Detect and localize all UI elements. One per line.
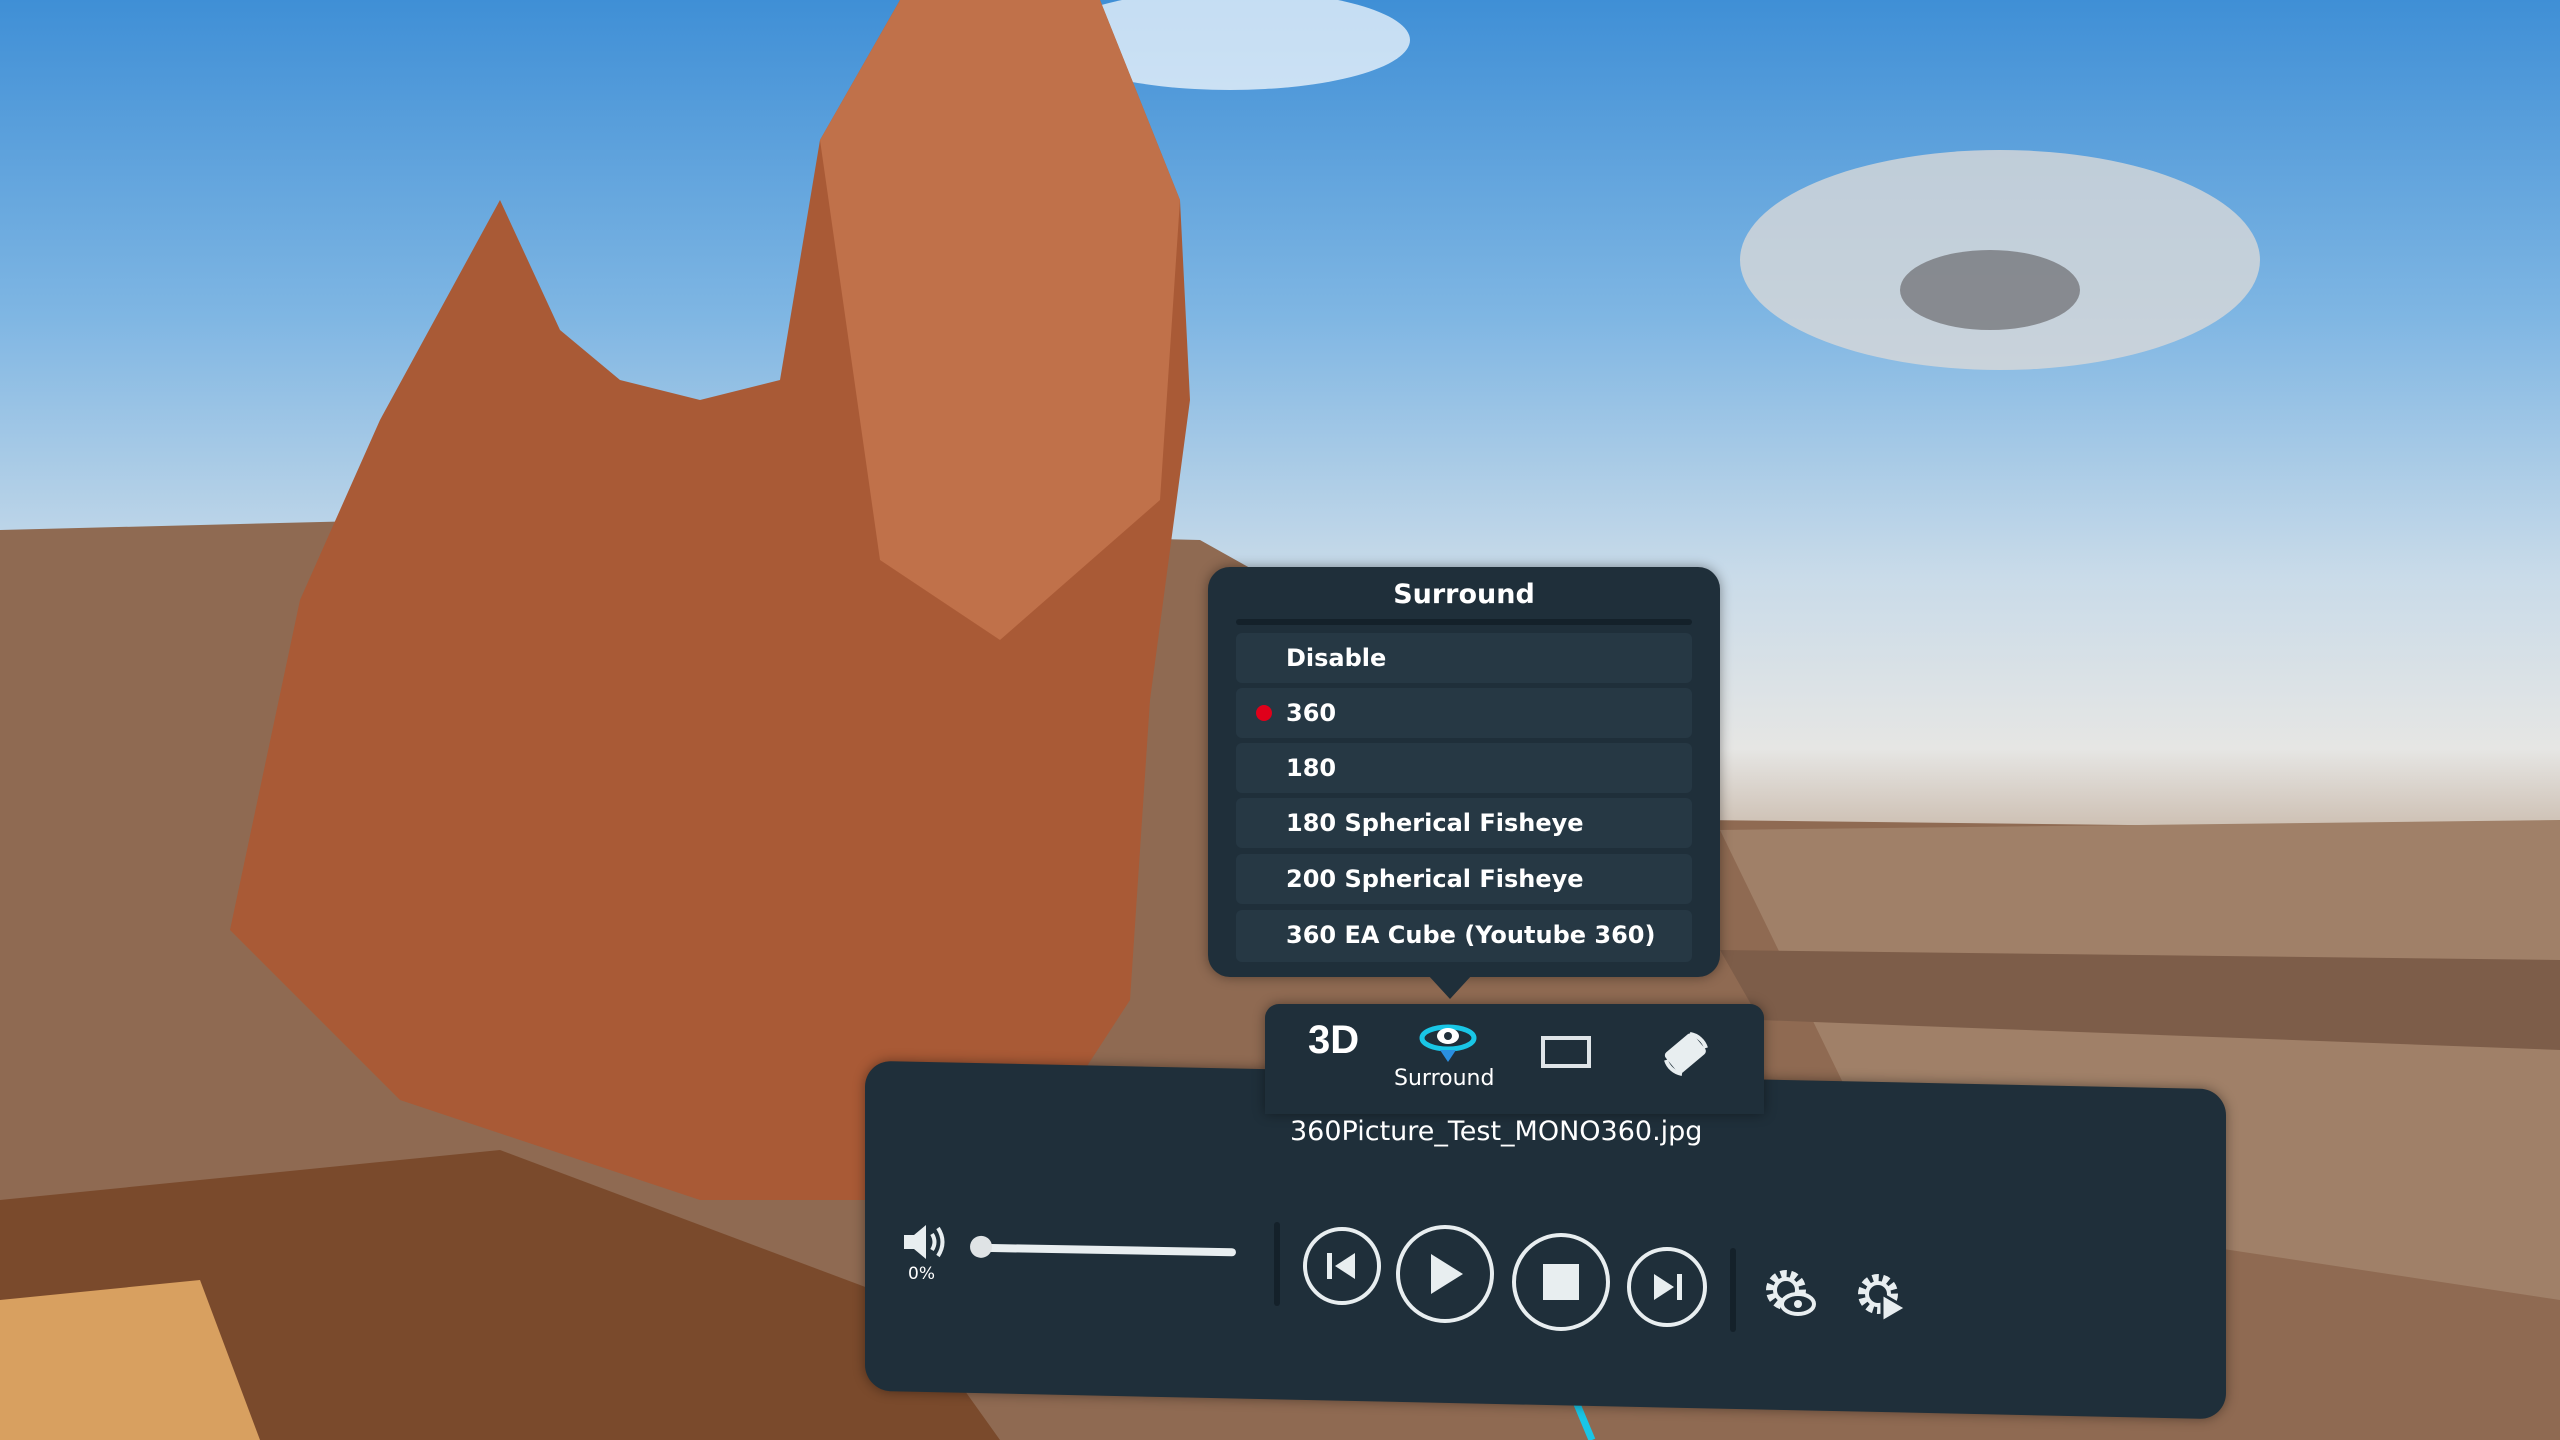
play-button[interactable] [1396, 1225, 1494, 1323]
option-label: 200 Spherical Fisheye [1286, 865, 1584, 893]
view-settings-button[interactable] [1762, 1266, 1818, 1326]
selected-indicator-icon [1256, 705, 1272, 721]
next-button[interactable] [1627, 1247, 1707, 1327]
volume-icon [904, 1225, 945, 1259]
surround-mode-button[interactable] [1418, 1016, 1478, 1066]
surround-menu: Surround Disable 360 180 180 Spherical F… [1208, 567, 1720, 977]
3d-mode-button[interactable]: 3D [1308, 1018, 1359, 1063]
surround-option-disable[interactable]: Disable [1236, 633, 1692, 683]
gear-play-icon [1858, 1274, 1909, 1325]
option-label: 360 EA Cube (Youtube 360) [1286, 921, 1656, 949]
option-label: 180 Spherical Fisheye [1286, 809, 1584, 837]
surround-option-200-fisheye[interactable]: 200 Spherical Fisheye [1236, 854, 1692, 904]
option-label: 360 [1286, 699, 1337, 727]
surround-option-360[interactable]: 360 [1236, 688, 1692, 738]
option-label: 180 [1286, 754, 1337, 782]
stop-icon [1543, 1264, 1579, 1300]
divider [1274, 1222, 1280, 1306]
previous-button[interactable] [1303, 1227, 1381, 1305]
skip-previous-icon [1327, 1253, 1355, 1279]
stop-button[interactable] [1512, 1233, 1610, 1331]
surround-menu-title: Surround [1393, 579, 1535, 610]
rotate-view-button[interactable] [1660, 1030, 1712, 1082]
skip-next-icon [1654, 1274, 1682, 1300]
surround-option-180[interactable]: 180 [1236, 743, 1692, 793]
menu-pointer-tail [1428, 975, 1472, 999]
surround-icon [1419, 1024, 1477, 1062]
mute-button[interactable] [902, 1222, 948, 1266]
screen-mode-button[interactable] [1541, 1036, 1591, 1068]
volume-percent: 0% [908, 1264, 935, 1284]
file-name: 360Picture_Test_MONO360.jpg [1290, 1116, 1703, 1147]
surround-mode-label: Surround [1394, 1066, 1495, 1091]
gear-eye-icon [1766, 1270, 1816, 1316]
rotate-icon [1664, 1032, 1708, 1076]
surround-option-ea-cube[interactable]: 360 EA Cube (Youtube 360) [1236, 910, 1692, 962]
menu-divider [1236, 619, 1692, 625]
option-label: Disable [1286, 644, 1387, 672]
divider [1730, 1248, 1736, 1332]
surround-option-180-fisheye[interactable]: 180 Spherical Fisheye [1236, 798, 1692, 848]
playback-settings-button[interactable] [1854, 1270, 1910, 1330]
play-icon [1431, 1254, 1463, 1294]
